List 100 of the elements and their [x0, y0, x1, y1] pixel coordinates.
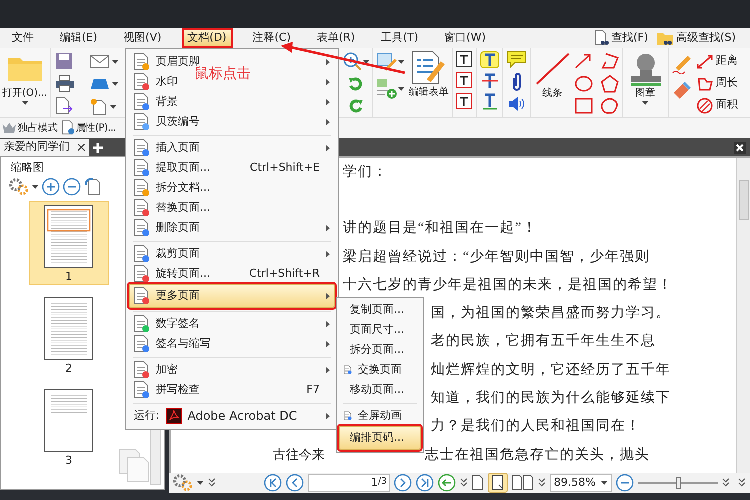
- new-page-icon[interactable]: [90, 98, 108, 116]
- menu-bar-item[interactable]: 文件: [6, 28, 40, 48]
- caret-icon[interactable]: [601, 480, 608, 485]
- mail-icon[interactable]: [90, 54, 110, 70]
- distance-tool-button[interactable]: 距离: [696, 52, 750, 71]
- close-icon[interactable]: [734, 142, 746, 154]
- menu-item[interactable]: 更多页面: [129, 284, 335, 308]
- fit-page-icon[interactable]: [488, 472, 508, 493]
- menu-bar-item[interactable]: 表单(R): [310, 28, 362, 48]
- arrow-tool-icon[interactable]: [574, 52, 594, 70]
- zoom-out-icon[interactable]: [63, 178, 81, 196]
- menu-bar-item[interactable]: 视图(V): [118, 28, 168, 48]
- line-label[interactable]: 线条: [542, 86, 562, 101]
- document-tab[interactable]: 亲爱的同学们: [0, 139, 89, 156]
- double-chevron-icon[interactable]: [208, 478, 216, 488]
- rectangle-tool-icon[interactable]: [574, 97, 594, 116]
- caret-icon[interactable]: [112, 82, 119, 86]
- caret-icon[interactable]: [398, 60, 405, 64]
- page-thumbnail-item[interactable]: 2: [29, 293, 109, 377]
- exclusive-mode-button[interactable]: 独占模式: [2, 120, 58, 136]
- text-field-icon[interactable]: [456, 93, 474, 111]
- new-tab-icon[interactable]: [92, 142, 104, 154]
- settings-icon[interactable]: [173, 474, 193, 492]
- scanner-icon[interactable]: [90, 77, 110, 92]
- menu-item[interactable]: 背景: [156, 94, 178, 110]
- menu-bar-item[interactable]: 窗口(W): [438, 28, 492, 48]
- cloud-tool-icon[interactable]: [600, 97, 620, 116]
- eraser-icon[interactable]: [672, 80, 692, 100]
- menu-bar-item[interactable]: 编辑(E): [54, 28, 104, 48]
- zoom-in-icon[interactable]: [42, 178, 60, 196]
- back-icon[interactable]: [438, 474, 456, 492]
- form-edit-icon[interactable]: [411, 51, 447, 85]
- text-field-icon[interactable]: [456, 51, 474, 69]
- close-icon[interactable]: [78, 144, 85, 151]
- stamp-label[interactable]: 图章: [636, 86, 656, 101]
- menu-item[interactable]: 加密: [156, 362, 178, 378]
- menu-item[interactable]: 拼写检查: [156, 382, 200, 398]
- menu-bar-item[interactable]: 工具(T): [375, 28, 425, 48]
- zoom-slider[interactable]: [638, 476, 718, 489]
- edit-form-label[interactable]: 编辑表单: [409, 85, 449, 100]
- menu-item[interactable]: 旋转页面...: [156, 266, 210, 282]
- menu-item[interactable]: 裁剪页面: [156, 246, 200, 262]
- pencil-icon[interactable]: [672, 54, 692, 74]
- advanced-find-button[interactable]: 高级查找(S): [656, 30, 736, 46]
- menu-item[interactable]: 运行:: [134, 408, 160, 424]
- zoom-in-icon[interactable]: [342, 52, 362, 72]
- double-chevron-icon[interactable]: [722, 478, 730, 488]
- menu-item[interactable]: 签名与缩写: [156, 336, 211, 352]
- page-number-field[interactable]: 1/3: [308, 474, 390, 492]
- printer-icon[interactable]: [55, 74, 75, 93]
- open-label[interactable]: 打开(O)...: [2, 86, 48, 101]
- slider-thumb[interactable]: [676, 476, 681, 489]
- area-tool-button[interactable]: 面积: [696, 96, 750, 115]
- caret-icon[interactable]: [110, 105, 117, 110]
- caret-icon[interactable]: [112, 60, 119, 64]
- menu-item[interactable]: 拆分页面...: [350, 342, 404, 358]
- menu-item[interactable]: 数字签名: [156, 316, 200, 332]
- menu-item[interactable]: 复制页面...: [350, 302, 404, 318]
- double-chevron-icon[interactable]: [460, 478, 468, 488]
- double-chevron-icon[interactable]: [538, 478, 546, 488]
- line-tool-icon[interactable]: [534, 52, 570, 86]
- menu-bar-item[interactable]: 注释(C): [246, 28, 297, 48]
- menu-item[interactable]: 全屏动画: [358, 408, 402, 424]
- comment-icon[interactable]: [506, 51, 526, 69]
- single-page-icon[interactable]: [472, 474, 484, 491]
- page-thumbnail-item[interactable]: 1: [29, 201, 109, 285]
- perimeter-tool-button[interactable]: 周长: [696, 74, 750, 93]
- page-thumbnail-item[interactable]: 3: [29, 385, 109, 469]
- export-page-icon[interactable]: [55, 97, 73, 116]
- zoom-out-icon[interactable]: [616, 474, 634, 492]
- polyline-tool-icon[interactable]: [600, 52, 620, 70]
- caret-icon[interactable]: [197, 480, 204, 485]
- text-field-icon[interactable]: [456, 72, 474, 90]
- menu-item[interactable]: 页面尺寸...: [350, 322, 404, 338]
- caret-icon[interactable]: [32, 185, 39, 189]
- last-page-icon[interactable]: [416, 474, 434, 492]
- save-icon[interactable]: [55, 52, 73, 70]
- pentagon-tool-icon[interactable]: [600, 74, 620, 93]
- settings-icon[interactable]: [9, 178, 29, 196]
- menu-item[interactable]: 贝茨编号: [156, 114, 200, 130]
- menu-bar-item[interactable]: 文档(D): [182, 28, 233, 48]
- menu-item[interactable]: 水印: [156, 74, 178, 90]
- double-chevron-icon[interactable]: [738, 478, 746, 488]
- caret-icon[interactable]: [362, 60, 370, 64]
- next-page-icon[interactable]: [394, 474, 412, 492]
- text-highlight-icon[interactable]: [480, 51, 500, 69]
- properties-button[interactable]: 属性(P)...: [61, 120, 116, 136]
- first-page-icon[interactable]: [264, 474, 282, 492]
- speaker-icon[interactable]: [506, 95, 526, 113]
- previous-page-icon[interactable]: [286, 474, 304, 492]
- text-strikeout-icon[interactable]: [480, 72, 500, 90]
- menu-item[interactable]: 交换页面: [358, 362, 402, 378]
- menu-item[interactable]: 提取页面...: [156, 160, 210, 176]
- image-edit-icon[interactable]: [376, 52, 398, 72]
- caret-icon[interactable]: [642, 101, 649, 105]
- zoom-select[interactable]: 89.58%: [550, 474, 612, 492]
- menu-item[interactable]: 删除页面: [156, 220, 200, 236]
- paperclip-icon[interactable]: [510, 72, 522, 92]
- circle-tool-icon[interactable]: [574, 74, 594, 93]
- menu-item[interactable]: 插入页面: [156, 140, 200, 156]
